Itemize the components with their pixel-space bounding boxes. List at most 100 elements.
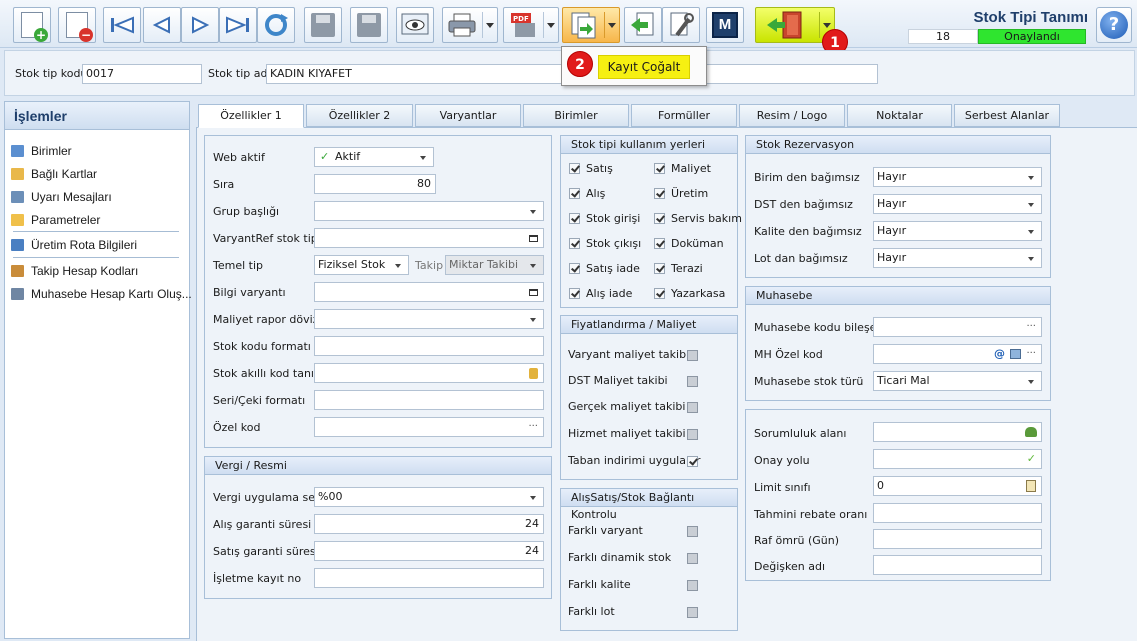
buy-sell-checkbox-0[interactable]	[687, 526, 698, 537]
web-aktif-select[interactable]: ✓ Aktif	[314, 147, 434, 167]
sidebar-item-birimler[interactable]: Birimler	[11, 144, 72, 158]
degisken-field[interactable]	[873, 555, 1042, 575]
sidebar-item-parametreler[interactable]: Parametreler	[11, 213, 100, 227]
sidebar-item-takip-hesap[interactable]: Takip Hesap Kodları	[11, 264, 138, 278]
varyantref-field[interactable]	[314, 228, 544, 248]
takip-select[interactable]: Miktar Takibi	[445, 255, 544, 275]
save-close-button[interactable]	[350, 7, 388, 43]
usage-left-checkbox-2[interactable]	[569, 213, 580, 224]
pricing-checkbox-4[interactable]	[687, 456, 698, 467]
buy-sell-checkbox-2[interactable]	[687, 580, 698, 591]
usage-right-checkbox-5[interactable]	[654, 288, 665, 299]
tab-noktalar[interactable]: Noktalar	[847, 104, 952, 127]
vergi-set-label: Vergi uygulama seti	[213, 491, 323, 504]
raf-field[interactable]	[873, 529, 1042, 549]
stok-kodu-formati-label: Stok kodu formatı	[213, 340, 311, 353]
m-button[interactable]: M	[706, 7, 744, 43]
usage-right-checkbox-3[interactable]	[654, 238, 665, 249]
maliyet-doviz-select[interactable]	[314, 309, 544, 329]
tab-ozellikler-1[interactable]: Özellikler 1	[198, 104, 304, 128]
usage-right-checkbox-0[interactable]	[654, 163, 665, 174]
ozel-kod-field[interactable]: ···	[314, 417, 544, 437]
pricing-checkbox-2[interactable]	[687, 402, 698, 413]
buy-sell-checkbox-3[interactable]	[687, 607, 698, 618]
isletme-field[interactable]	[314, 568, 544, 588]
reservation-select-0[interactable]: Hayır	[873, 167, 1042, 187]
back-button[interactable]	[624, 7, 662, 43]
reservation-select-2[interactable]: Hayır	[873, 221, 1042, 241]
delete-record-button[interactable]: −	[58, 7, 96, 43]
alis-garanti-field[interactable]: 24	[314, 514, 544, 534]
pricing-checkbox-0[interactable]	[687, 350, 698, 361]
grid-icon	[11, 145, 24, 157]
mh-ozel-field[interactable]: @ ···	[873, 344, 1042, 364]
tab-serbest-alanlar[interactable]: Serbest Alanlar	[954, 104, 1060, 127]
sidebar-item-muhasebe-hesap[interactable]: Muhasebe Hesap Kartı Oluş...	[11, 287, 192, 301]
exit-door-icon	[767, 11, 802, 39]
akilli-kod-field[interactable]	[314, 363, 544, 383]
next-record-button[interactable]	[181, 7, 219, 43]
last-record-button[interactable]	[219, 7, 257, 43]
temel-tip-select[interactable]: Fiziksel Stok	[314, 255, 409, 275]
tab-ozellikler-2[interactable]: Özellikler 2	[306, 104, 413, 127]
operations-title: İşlemler	[5, 102, 189, 130]
duplicate-button[interactable]	[562, 7, 620, 43]
save-button[interactable]	[304, 7, 342, 43]
grup-select[interactable]	[314, 201, 544, 221]
sorumluluk-label: Sorumluluk alanı	[754, 427, 847, 440]
tab-resim-logo[interactable]: Resim / Logo	[739, 104, 845, 127]
pricing-checkbox-1[interactable]	[687, 376, 698, 387]
satis-garanti-field[interactable]: 24	[314, 541, 544, 561]
sidebar-item-uretim-rota[interactable]: Üretim Rota Bilgileri	[11, 238, 137, 252]
usage-right-label-0: Maliyet	[671, 162, 711, 175]
rebate-field[interactable]	[873, 503, 1042, 523]
tab-formuller[interactable]: Formüller	[631, 104, 737, 127]
usage-left-checkbox-1[interactable]	[569, 188, 580, 199]
accounting-code-field[interactable]: ···	[873, 317, 1042, 337]
tools-button[interactable]	[662, 7, 700, 43]
vergi-set-select[interactable]: %00	[314, 487, 544, 507]
sidebar-item-label: Bağlı Kartlar	[31, 167, 98, 181]
new-record-button[interactable]: +	[13, 7, 51, 43]
sidebar-item-bagli-kartlar[interactable]: Bağlı Kartlar	[11, 167, 97, 181]
stock-kind-select[interactable]: Ticari Mal	[873, 371, 1042, 391]
tab-birimler[interactable]: Birimler	[523, 104, 629, 127]
usage-left-checkbox-3[interactable]	[569, 238, 580, 249]
tab-varyantlar[interactable]: Varyantlar	[415, 104, 521, 127]
stock-type-code-field[interactable]: 0017	[82, 64, 202, 84]
usage-left-checkbox-0[interactable]	[569, 163, 580, 174]
usage-left-label-2: Stok girişi	[586, 212, 641, 225]
wrench-icon	[670, 12, 694, 37]
page-title-block: Stok Tipi Tanımı	[908, 9, 1088, 26]
prev-record-button[interactable]	[143, 7, 181, 43]
usage-right-checkbox-4[interactable]	[654, 263, 665, 274]
usage-left-checkbox-4[interactable]	[569, 263, 580, 274]
sira-field[interactable]: 80	[314, 174, 436, 194]
pricing-checkbox-3[interactable]	[687, 429, 698, 440]
bilgi-varyanti-field[interactable]	[314, 282, 544, 302]
usage-right-checkbox-1[interactable]	[654, 188, 665, 199]
next-icon	[192, 16, 210, 34]
help-button[interactable]: ?	[1096, 7, 1132, 43]
sorumluluk-field[interactable]	[873, 422, 1042, 442]
duplicate-record-menu-item[interactable]: Kayıt Çoğalt	[598, 55, 690, 79]
preview-button[interactable]	[396, 7, 434, 43]
sidebar-item-uyari-mesajlari[interactable]: Uyarı Mesajları	[11, 190, 112, 204]
pdf-export-button[interactable]: PDF	[503, 7, 559, 43]
stok-kodu-formati-field[interactable]	[314, 336, 544, 356]
refresh-button[interactable]	[257, 7, 295, 43]
usage-left-checkbox-5[interactable]	[569, 288, 580, 299]
reservation-select-3[interactable]: Hayır	[873, 248, 1042, 268]
seri-field[interactable]	[314, 390, 544, 410]
help-icon: ?	[1100, 11, 1128, 39]
usage-left-label-5: Alış iade	[586, 287, 633, 300]
limit-field[interactable]: 0	[873, 476, 1042, 496]
buy-sell-label-3: Farklı lot	[568, 605, 615, 618]
reservation-select-1[interactable]: Hayır	[873, 194, 1042, 214]
print-button[interactable]	[442, 7, 498, 43]
onay-field[interactable]: ✓	[873, 449, 1042, 469]
usage-right-checkbox-2[interactable]	[654, 213, 665, 224]
first-record-button[interactable]	[103, 7, 141, 43]
buy-sell-checkbox-1[interactable]	[687, 553, 698, 564]
accounting-group: Muhasebe Muhasebe kodu bileşeni ··· MH Ö…	[745, 286, 1051, 401]
